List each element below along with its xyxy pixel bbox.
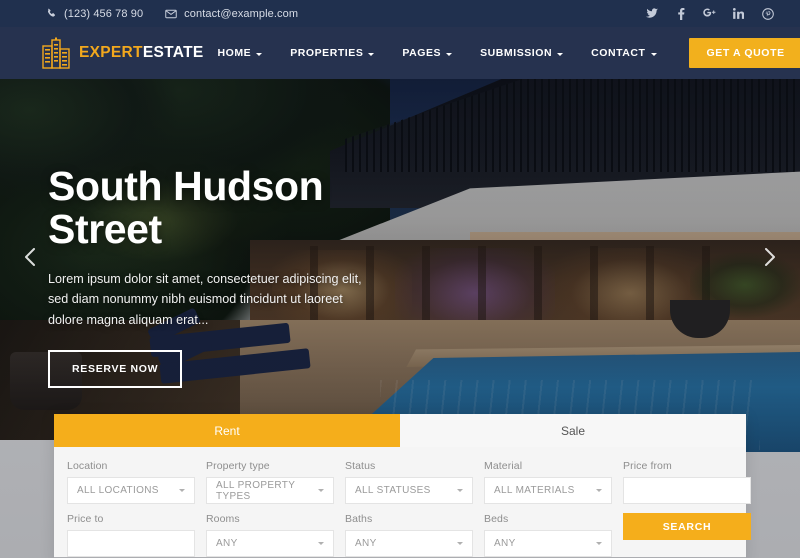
location-select[interactable]: ALL LOCATIONS	[67, 477, 195, 504]
nav-label-contact: CONTACT	[591, 47, 646, 59]
chevron-down-icon	[256, 52, 263, 56]
search-form: Location ALL LOCATIONS Property type ALL…	[54, 447, 751, 557]
top-bar-contacts: (123) 456 78 90 contact@example.com	[0, 8, 298, 20]
material-value: ALL MATERIALS	[494, 485, 575, 496]
envelope-icon	[165, 9, 177, 19]
field-price-from: Price from	[623, 460, 751, 504]
baths-value: ANY	[355, 538, 377, 549]
chevron-left-icon[interactable]	[19, 245, 41, 269]
logo-text: EXPERTESTATE	[79, 44, 203, 62]
logo[interactable]: EXPERTESTATE	[0, 37, 203, 69]
beds-select[interactable]: ANY	[484, 530, 612, 557]
logo-word-2: ESTATE	[142, 44, 204, 61]
search-button[interactable]: SEARCH	[623, 513, 751, 540]
chevron-down-icon	[446, 52, 453, 56]
reserve-now-button[interactable]: RESERVE NOW	[48, 350, 183, 389]
chevron-down-icon	[368, 52, 375, 56]
rooms-select[interactable]: ANY	[206, 530, 334, 557]
hero-description: Lorem ipsum dolor sit amet, consectetuer…	[48, 271, 362, 327]
label-property-type: Property type	[206, 460, 270, 472]
chevron-down-icon	[650, 52, 657, 56]
chevron-down-icon	[457, 542, 463, 545]
nav-item-properties[interactable]: PROPERTIES	[276, 47, 388, 59]
facebook-icon[interactable]	[674, 7, 687, 20]
nav-item-submission[interactable]: SUBMISSION	[466, 47, 577, 59]
label-material: Material	[484, 460, 523, 472]
property-type-value: ALL PROPERTY TYPES	[216, 479, 296, 502]
email-contact[interactable]: contact@example.com	[165, 8, 298, 20]
status-value: ALL STATUSES	[355, 485, 431, 496]
tab-rent[interactable]: Rent	[54, 414, 400, 447]
field-property-type: Property type ALL PROPERTY TYPES	[206, 460, 334, 504]
price-from-input[interactable]	[623, 477, 751, 504]
tab-sale[interactable]: Sale	[400, 414, 746, 447]
field-material: Material ALL MATERIALS	[484, 460, 612, 504]
label-status: Status	[345, 460, 376, 472]
label-rooms: Rooms	[206, 513, 240, 525]
label-baths: Baths	[345, 513, 373, 525]
chevron-right-icon[interactable]	[759, 245, 781, 269]
field-baths: Baths ANY	[345, 513, 473, 557]
hero-title-line2: Street	[48, 206, 162, 253]
chevron-down-icon	[318, 489, 324, 492]
field-beds: Beds ANY	[484, 513, 612, 557]
email-address: contact@example.com	[184, 7, 299, 20]
hero-content: South Hudson Street Lorem ipsum dolor si…	[48, 163, 428, 389]
location-value: ALL LOCATIONS	[77, 485, 159, 496]
status-select[interactable]: ALL STATUSES	[345, 477, 473, 504]
top-bar: (123) 456 78 90 contact@example.com	[0, 0, 800, 27]
field-price-to: Price to	[67, 513, 195, 557]
rooms-value: ANY	[216, 538, 238, 549]
main-navigation: HOME PROPERTIES PAGES SUBMISSION CONTACT…	[203, 38, 800, 68]
hero-title-line1: South Hudson	[48, 163, 324, 209]
nav-item-contact[interactable]: CONTACT	[577, 47, 670, 59]
field-submit: SEARCH	[623, 513, 751, 557]
google-plus-icon[interactable]	[703, 7, 716, 20]
chevron-down-icon	[318, 542, 324, 545]
phone-number: (123) 456 78 90	[64, 7, 144, 20]
linkedin-icon[interactable]	[732, 7, 745, 20]
property-search-panel: Rent Sale Location ALL LOCATIONS Propert…	[54, 414, 751, 558]
nav-item-home[interactable]: HOME	[203, 47, 276, 59]
nav-label-submission: SUBMISSION	[480, 47, 553, 59]
price-to-input[interactable]	[67, 530, 195, 557]
chevron-down-icon	[596, 542, 602, 545]
property-type-select[interactable]: ALL PROPERTY TYPES	[206, 477, 334, 504]
chevron-down-icon	[596, 489, 602, 492]
field-location: Location ALL LOCATIONS	[67, 460, 195, 504]
chevron-down-icon	[179, 489, 185, 492]
page-root: South Hudson Street Lorem ipsum dolor si…	[0, 0, 800, 558]
material-select[interactable]: ALL MATERIALS	[484, 477, 612, 504]
chevron-down-icon	[457, 489, 463, 492]
building-icon	[42, 37, 70, 69]
site-header: EXPERTESTATE HOME PROPERTIES PAGES SUBMI…	[0, 27, 800, 79]
search-row-2: Price to Rooms ANY Baths ANY Beds ANY SE…	[67, 513, 751, 557]
field-status: Status ALL STATUSES	[345, 460, 473, 504]
social-links	[645, 7, 800, 20]
chevron-down-icon	[557, 52, 564, 56]
label-price-from: Price from	[623, 460, 672, 472]
beds-value: ANY	[494, 538, 516, 549]
nav-item-pages[interactable]: PAGES	[388, 47, 466, 59]
phone-icon	[46, 8, 57, 19]
twitter-icon[interactable]	[645, 7, 658, 20]
baths-select[interactable]: ANY	[345, 530, 473, 557]
nav-label-home: HOME	[217, 47, 252, 59]
nav-label-properties: PROPERTIES	[290, 47, 364, 59]
label-price-to: Price to	[67, 513, 104, 525]
phone-contact[interactable]: (123) 456 78 90	[46, 8, 143, 20]
label-location: Location	[67, 460, 108, 472]
logo-word-1: EXPERT	[79, 44, 143, 61]
nav-label-pages: PAGES	[402, 47, 442, 59]
label-beds: Beds	[484, 513, 509, 525]
search-row-1: Location ALL LOCATIONS Property type ALL…	[67, 460, 751, 504]
get-a-quote-button[interactable]: GET A QUOTE	[688, 38, 800, 68]
field-rooms: Rooms ANY	[206, 513, 334, 557]
search-tabs: Rent Sale	[54, 414, 746, 447]
hero-title: South Hudson Street	[48, 163, 428, 253]
pinterest-icon[interactable]	[761, 7, 774, 20]
